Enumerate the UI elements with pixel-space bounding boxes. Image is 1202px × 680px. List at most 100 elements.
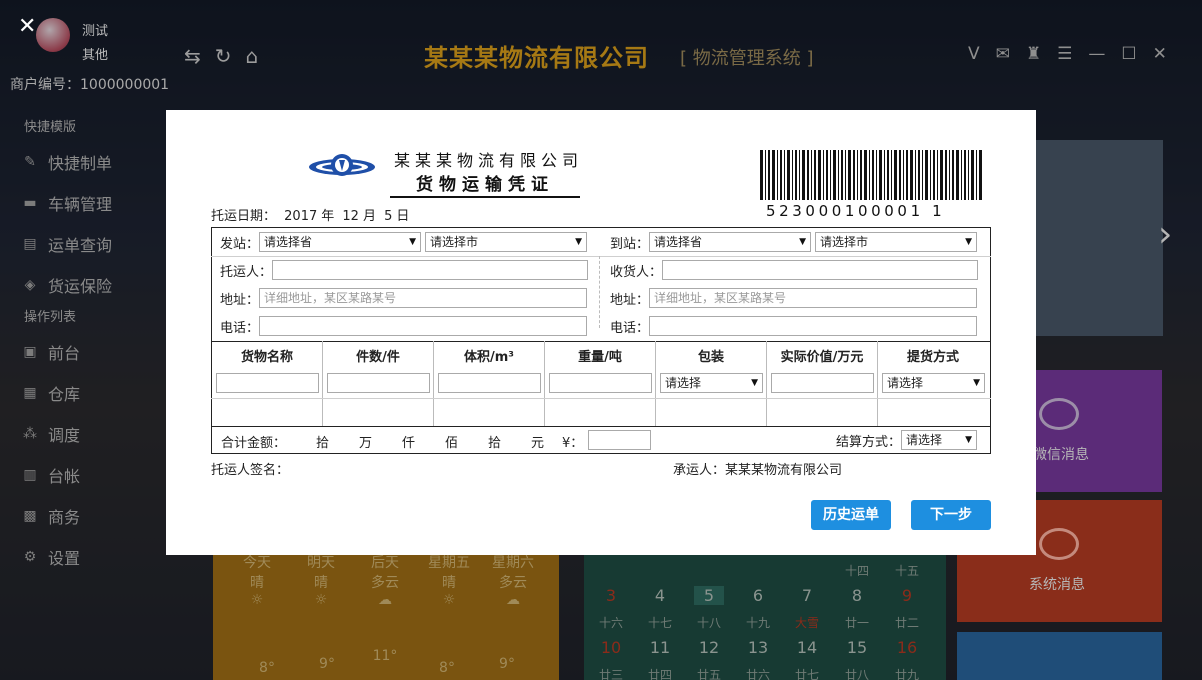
calendar-lunar: 廿七 xyxy=(794,668,819,680)
calendar-day[interactable]: 7 xyxy=(792,586,822,605)
refresh-icon[interactable]: ↻ xyxy=(215,44,232,68)
consignee-phone-input[interactable] xyxy=(649,316,978,336)
weight-input[interactable] xyxy=(549,373,652,393)
sidebar-item-label: 快捷制单 xyxy=(48,153,113,173)
banner-panel xyxy=(1035,140,1163,336)
weather-day: 后天 多云 ☁ xyxy=(371,555,399,608)
nav-icons: ⇆ ↻ ⌂ xyxy=(184,44,258,68)
to-province-select[interactable]: 请选择省 xyxy=(649,232,812,252)
to-city-select[interactable]: 请选择市 xyxy=(815,232,978,252)
shipper-phone-row: 电话： xyxy=(220,316,588,336)
pickup-method-select[interactable]: 请选择 xyxy=(882,373,985,393)
weather-temp: 11° xyxy=(372,648,398,664)
maximize-icon[interactable]: ☐ xyxy=(1121,44,1136,64)
unit-label: 拾 xyxy=(488,436,502,451)
shipper-signature-label: 托运人签名： xyxy=(211,463,290,478)
user-role: 其他 xyxy=(82,48,109,63)
shirt-icon[interactable]: ♜ xyxy=(1026,44,1041,64)
avatar[interactable] xyxy=(36,18,70,52)
from-province-select[interactable]: 请选择省 xyxy=(259,232,422,252)
minimize-icon[interactable]: — xyxy=(1088,44,1105,64)
calendar-day[interactable]: 16 xyxy=(892,638,922,657)
shield-icon: ◈ xyxy=(24,276,36,293)
home-icon[interactable]: ⌂ xyxy=(246,44,259,68)
close-icon[interactable]: ✕ xyxy=(18,16,36,38)
goods-name-input[interactable] xyxy=(216,373,319,393)
chat-bubble-icon xyxy=(1039,398,1079,430)
shipper-address-label: 地址： xyxy=(220,292,260,308)
from-city-select[interactable]: 请选择市 xyxy=(425,232,588,252)
account-number: 商户编号：1000000001 xyxy=(10,77,170,93)
calendar-day[interactable]: 9 xyxy=(892,586,922,605)
calendar-day[interactable]: 10 xyxy=(596,638,626,657)
sidebar-section-quick: 快捷模版 xyxy=(24,120,77,135)
column-header: 重量/吨 xyxy=(578,350,622,365)
carrier-label: 承运人：某某某物流有限公司 xyxy=(673,463,843,478)
switch-icon[interactable]: ⇆ xyxy=(184,44,201,68)
calendar-day[interactable]: 14 xyxy=(792,638,822,657)
consignee-label: 收货人： xyxy=(610,264,663,280)
calendar-lunar: 十六 xyxy=(598,616,623,630)
gear-icon: ⚙ xyxy=(23,548,37,565)
divider xyxy=(211,398,991,399)
calendar-day[interactable]: 11 xyxy=(645,638,675,657)
sidebar-item-warehouse[interactable]: ▦ 仓库 xyxy=(0,372,170,413)
shipping-date: 托运日期： 2017 年 12 月 5日 xyxy=(211,205,413,224)
amount-input[interactable] xyxy=(588,430,651,450)
consignee-address-input[interactable]: 详细地址，某区某路某号 xyxy=(649,288,978,308)
calendar-lunar: 十七 xyxy=(647,616,672,630)
sidebar-item-label: 调度 xyxy=(48,425,81,445)
chevron-right-icon[interactable]: › xyxy=(1158,214,1172,255)
total-label: 合计金额： xyxy=(221,436,287,451)
menu-icon[interactable]: ☰ xyxy=(1057,44,1072,64)
weather-day: 今天晴 ☼ xyxy=(243,555,271,608)
calendar-day[interactable]: 8 xyxy=(842,586,872,605)
unit-label: 仟 xyxy=(402,436,416,451)
sidebar-item-ledger[interactable]: ▥ 台帐 xyxy=(0,454,170,495)
value-input[interactable] xyxy=(771,373,874,393)
sidebar-item-business[interactable]: ▩ 商务 xyxy=(0,495,170,536)
next-step-button[interactable]: 下一步 xyxy=(911,500,991,530)
wechat-tile-label: 微信消息 xyxy=(1033,447,1089,463)
weather-temp: 8° xyxy=(439,660,455,676)
calendar-day[interactable]: 15 xyxy=(842,638,872,657)
sidebar-item-dispatch[interactable]: ⁂ 调度 xyxy=(0,413,170,454)
shipper-row: 托运人： xyxy=(220,260,589,280)
sidebar-item-quick-order[interactable]: ✎ 快捷制单 xyxy=(0,141,170,182)
mail-icon[interactable]: ✉ xyxy=(996,44,1010,64)
sidebar-item-settings[interactable]: ⚙ 设置 xyxy=(0,536,170,577)
calendar-day[interactable]: 12 xyxy=(694,638,724,657)
calendar-day[interactable]: 4 xyxy=(645,586,675,605)
settlement-select[interactable]: 请选择 xyxy=(901,430,978,450)
shipper-phone-label: 电话： xyxy=(220,320,260,336)
shipper-input[interactable] xyxy=(272,260,589,280)
settlement-row: 结算方式： 请选择 xyxy=(836,430,978,450)
shipper-phone-input[interactable] xyxy=(259,316,588,336)
date-month-unit: 月 xyxy=(362,209,376,224)
sidebar-item-label: 设置 xyxy=(48,548,81,568)
pieces-input[interactable] xyxy=(327,373,430,393)
to-station-label: 到站： xyxy=(610,236,650,252)
history-waybill-button[interactable]: 历史运单 xyxy=(811,500,891,530)
calendar-day[interactable]: 3 xyxy=(596,586,626,605)
vip-icon[interactable]: V xyxy=(968,44,980,64)
company-logo-icon xyxy=(309,154,375,176)
shipper-address-input[interactable]: 详细地址，某区某路某号 xyxy=(259,288,588,308)
sidebar-item-vehicles[interactable]: ▬ 车辆管理 xyxy=(0,182,170,223)
sidebar-item-waybill-query[interactable]: ▤ 运单查询 xyxy=(0,223,170,264)
calendar-day[interactable]: 6 xyxy=(743,586,773,605)
calendar-day[interactable]: 13 xyxy=(743,638,773,657)
volume-input[interactable] xyxy=(438,373,541,393)
sidebar: 快捷模版 ✎ 快捷制单 ▬ 车辆管理 ▤ 运单查询 ◈ 货运保险 操作列表 ▣ 前台 ▦ 仓… xyxy=(0,115,170,577)
vehicle-tile[interactable] xyxy=(957,632,1162,680)
divider xyxy=(211,341,991,342)
sidebar-item-insurance[interactable]: ◈ 货运保险 xyxy=(0,264,170,305)
consignee-input[interactable] xyxy=(662,260,979,280)
sidebar-item-frontdesk[interactable]: ▣ 前台 xyxy=(0,331,170,372)
divider xyxy=(211,426,991,427)
window-controls: V ✉ ♜ ☰ — ☐ ✕ xyxy=(968,44,1167,64)
calendar-lunar: 廿三 xyxy=(598,668,623,680)
calendar-day-today[interactable]: 5 xyxy=(694,586,724,605)
close-window-icon[interactable]: ✕ xyxy=(1153,44,1167,64)
packaging-select[interactable]: 请选择 xyxy=(660,373,763,393)
